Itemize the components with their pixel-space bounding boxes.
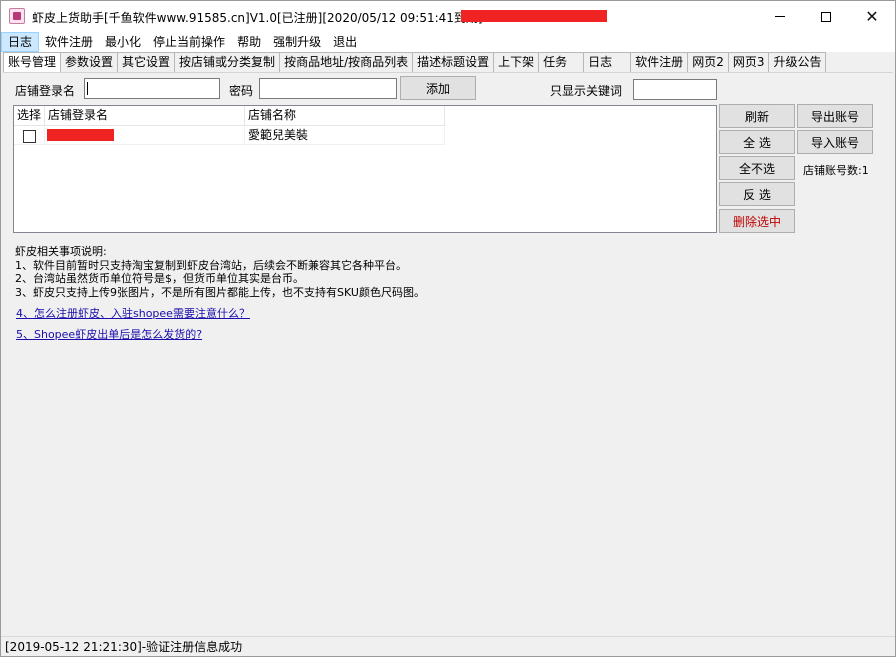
menu-exit[interactable]: 退出 [327,32,363,52]
minimize-button[interactable] [757,1,803,32]
row-select-cell [14,127,45,145]
tab-web2[interactable]: 网页2 [687,52,729,72]
note-line: 2、台湾站虽然货币单位符号是$，但货币单位其实是台币。 [15,272,304,285]
store-list[interactable]: 选择 店铺登录名 店铺名称 愛範兒美裝 [13,105,717,233]
title-bar: 虾皮上货助手[千鱼软件www.91585.cn]V1.0[已注册][2020/0… [1,1,895,32]
tab-shelf[interactable]: 上下架 [493,52,540,72]
tab-other-settings[interactable]: 其它设置 [117,52,176,72]
menu-force-upgrade[interactable]: 强制升级 [267,32,327,52]
tab-log[interactable]: 日志 [583,52,632,72]
keyword-input[interactable] [633,79,717,100]
keyword-label: 只显示关键词 [550,84,623,98]
tab-by-product[interactable]: 按商品地址/按商品列表 [279,52,414,72]
tab-copy-by-store[interactable]: 按店铺或分类复制 [174,52,281,72]
add-button[interactable]: 添加 [400,76,476,100]
notes-heading: 虾皮相关事项说明: [15,245,107,258]
note-line: 1、软件目前暂时只支持淘宝复制到虾皮台湾站，后续会不断兼容其它各种平台。 [15,258,407,272]
maximize-button[interactable] [803,1,849,32]
export-accounts-button[interactable]: 导出账号 [797,104,873,128]
close-button[interactable]: ✕ [849,1,895,32]
tab-upgrade-notice[interactable]: 升级公告 [768,52,827,72]
menu-register[interactable]: 软件注册 [39,32,99,52]
menu-help[interactable]: 帮助 [231,32,267,52]
table-row[interactable]: 愛範兒美裝 [14,127,445,145]
select-all-button[interactable]: 全 选 [719,130,795,154]
maximize-icon [821,11,831,22]
app-icon [9,8,25,24]
redacted-block [461,10,607,22]
tab-bar: 账号管理 参数设置 其它设置 按店铺或分类复制 按商品地址/按商品列表 描述标题… [3,52,893,73]
tab-params[interactable]: 参数设置 [60,52,119,72]
window-title: 虾皮上货助手[千鱼软件www.91585.cn]V1.0[已注册][2020/0… [32,11,483,25]
row-login-cell [45,127,245,145]
close-icon: ✕ [865,6,879,26]
tab-tasks[interactable]: 任务 [538,52,585,72]
main-window: 虾皮上货助手[千鱼软件www.91585.cn]V1.0[已注册][2020/0… [0,0,896,657]
menu-stop[interactable]: 停止当前操作 [147,32,231,52]
invert-selection-button[interactable]: 反 选 [719,182,795,206]
notes-section: 虾皮相关事项说明: 1、软件目前暂时只支持淘宝复制到虾皮台湾站，后续会不断兼容其… [15,245,425,299]
col-login[interactable]: 店铺登录名 [45,106,245,126]
store-login-input[interactable] [84,78,220,99]
status-bar: [2019-05-12 21:21:30]-验证注册信息成功 [1,636,895,656]
redacted-block [47,129,114,141]
tab-title-settings[interactable]: 描述标题设置 [412,52,495,72]
password-label: 密码 [229,84,254,98]
shopee-shipping-link[interactable]: 5、Shopee虾皮出单后是怎么发货的? [16,326,202,342]
delete-selected-button[interactable]: 删除选中 [719,209,795,233]
menu-minimize[interactable]: 最小化 [99,32,147,52]
row-checkbox[interactable] [23,130,36,143]
account-count: 店铺账号数:1 [803,164,869,177]
note-line: 3、虾皮只支持上传9张图片，不是所有图片都能上传，也不支持有SKU颜色尺码图。 [15,285,425,299]
deselect-all-button[interactable]: 全不选 [719,156,795,180]
import-accounts-button[interactable]: 导入账号 [797,130,873,154]
tab-register[interactable]: 软件注册 [630,52,689,72]
row-store-name: 愛範兒美裝 [245,127,445,145]
list-header: 选择 店铺登录名 店铺名称 [14,106,445,126]
password-input[interactable] [259,78,397,99]
register-shopee-link[interactable]: 4、怎么注册虾皮、入驻shopee需要注意什么？ [16,305,250,321]
minimize-icon [775,16,785,17]
tab-account[interactable]: 账号管理 [3,52,62,73]
refresh-button[interactable]: 刷新 [719,104,795,128]
menu-bar: 日志 软件注册 最小化 停止当前操作 帮助 强制升级 退出 [1,32,895,52]
store-login-label: 店铺登录名 [15,84,76,98]
menu-log[interactable]: 日志 [1,32,40,52]
tab-web3[interactable]: 网页3 [727,52,770,72]
col-select[interactable]: 选择 [14,106,45,126]
col-store-name[interactable]: 店铺名称 [245,106,445,126]
